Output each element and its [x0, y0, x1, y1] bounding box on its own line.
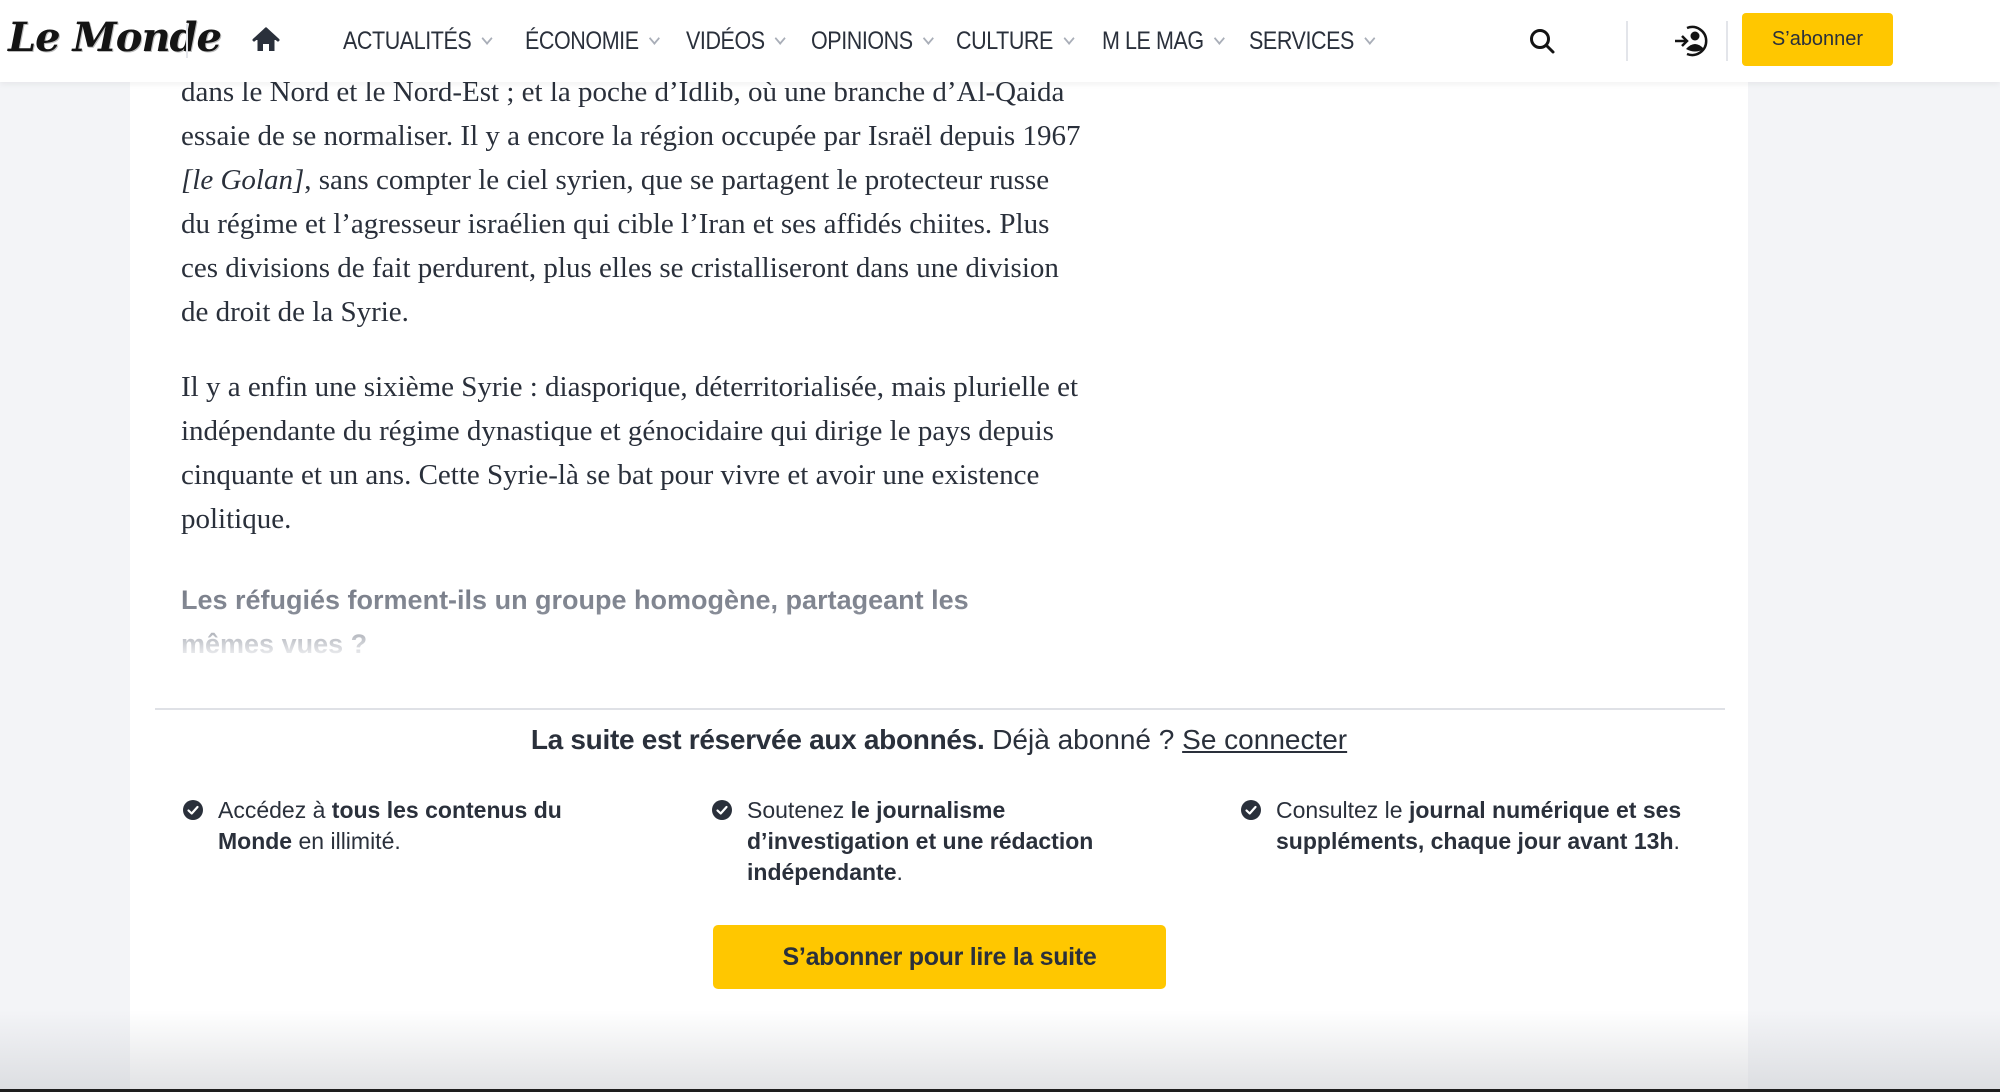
header-divider [1626, 21, 1628, 61]
paragraph-text: , sans compter le ciel syrien, que se pa… [181, 164, 1059, 328]
benefit-item: Soutenez le journalisme d’investigation … [712, 795, 1132, 888]
paywall-title: La suite est réservée aux abonnés. Déjà … [130, 720, 1748, 760]
chevron-down-icon [1063, 31, 1075, 45]
logo-divider [186, 24, 188, 58]
paywall-title-strong: La suite est réservée aux abonnés. [530, 724, 985, 755]
benefit-text: en illimité. [292, 828, 401, 854]
check-circle-icon [183, 800, 203, 820]
benefit-text: . [1673, 828, 1680, 854]
paywall-separator [155, 708, 1725, 710]
benefit-item: Consultez le journal numérique et ses su… [1241, 795, 1701, 857]
nav-item-videos[interactable]: VIDÉOS [686, 26, 787, 56]
article-subheading: Les réfugiés forment-ils un groupe homog… [181, 578, 1061, 666]
site-header: Le Monde ACTUALITÉS ÉCONOMIE VIDÉOS OPIN… [0, 0, 2000, 82]
nav-label: OPINIONS [810, 26, 913, 55]
chevron-down-icon [922, 31, 934, 45]
chevron-down-icon [649, 31, 661, 45]
nav-item-actualites[interactable]: ACTUALITÉS [343, 26, 493, 56]
le-monde-logo[interactable]: Le Monde [8, 14, 222, 61]
nav-item-opinions[interactable]: OPINIONS [810, 26, 934, 56]
chevron-down-icon [1213, 31, 1225, 45]
article-paragraph: Il y a enfin une sixième Syrie : diaspor… [181, 371, 1079, 535]
benefit-text: . [896, 859, 903, 885]
header-divider [1726, 21, 1728, 61]
check-circle-icon [1241, 800, 1261, 820]
nav-label: ACTUALITÉS [343, 26, 472, 55]
nav-item-economie[interactable]: ÉCONOMIE [525, 26, 661, 56]
nav-item-services[interactable]: SERVICES [1249, 26, 1376, 56]
nav-item-culture[interactable]: CULTURE [956, 26, 1075, 56]
paragraph-italic: [le Golan] [181, 164, 305, 196]
nav-label: M LE MAG [1101, 26, 1204, 55]
chevron-down-icon [481, 31, 493, 45]
benefit-item: Accédez à tous les contenus du Monde en … [183, 795, 613, 857]
home-icon[interactable] [252, 26, 280, 54]
nav-label: CULTURE [956, 26, 1054, 55]
paywall-title-light: Déjà abonné ? [992, 724, 1175, 755]
benefit-text: Soutenez [747, 797, 851, 823]
main-nav: ACTUALITÉS ÉCONOMIE VIDÉOS OPINIONS CULT… [343, 0, 1394, 82]
benefit-text: Accédez à [218, 797, 332, 823]
article-paragraph: dans le Nord et le Nord-Est ; et la poch… [181, 70, 1081, 334]
nav-label: SERVICES [1249, 26, 1354, 55]
subscribe-button[interactable]: S’abonner [1742, 13, 1893, 66]
subscribe-to-read-button[interactable]: S’abonner pour lire la suite [713, 925, 1166, 989]
paragraph-text: dans le Nord et le Nord-Est ; et la poch… [181, 76, 1081, 152]
nav-label: ÉCONOMIE [525, 26, 639, 55]
chevron-down-icon [775, 31, 787, 45]
check-circle-icon [712, 800, 732, 820]
nav-item-m-le-mag[interactable]: M LE MAG [1101, 26, 1225, 56]
login-link[interactable]: Se connecter [1182, 724, 1347, 755]
chevron-down-icon [1364, 31, 1376, 45]
search-icon[interactable] [1528, 27, 1556, 55]
bottom-fade [0, 1010, 2000, 1090]
login-icon[interactable] [1673, 22, 1711, 60]
nav-label: VIDÉOS [686, 26, 766, 55]
benefit-text: Consultez le [1276, 797, 1409, 823]
